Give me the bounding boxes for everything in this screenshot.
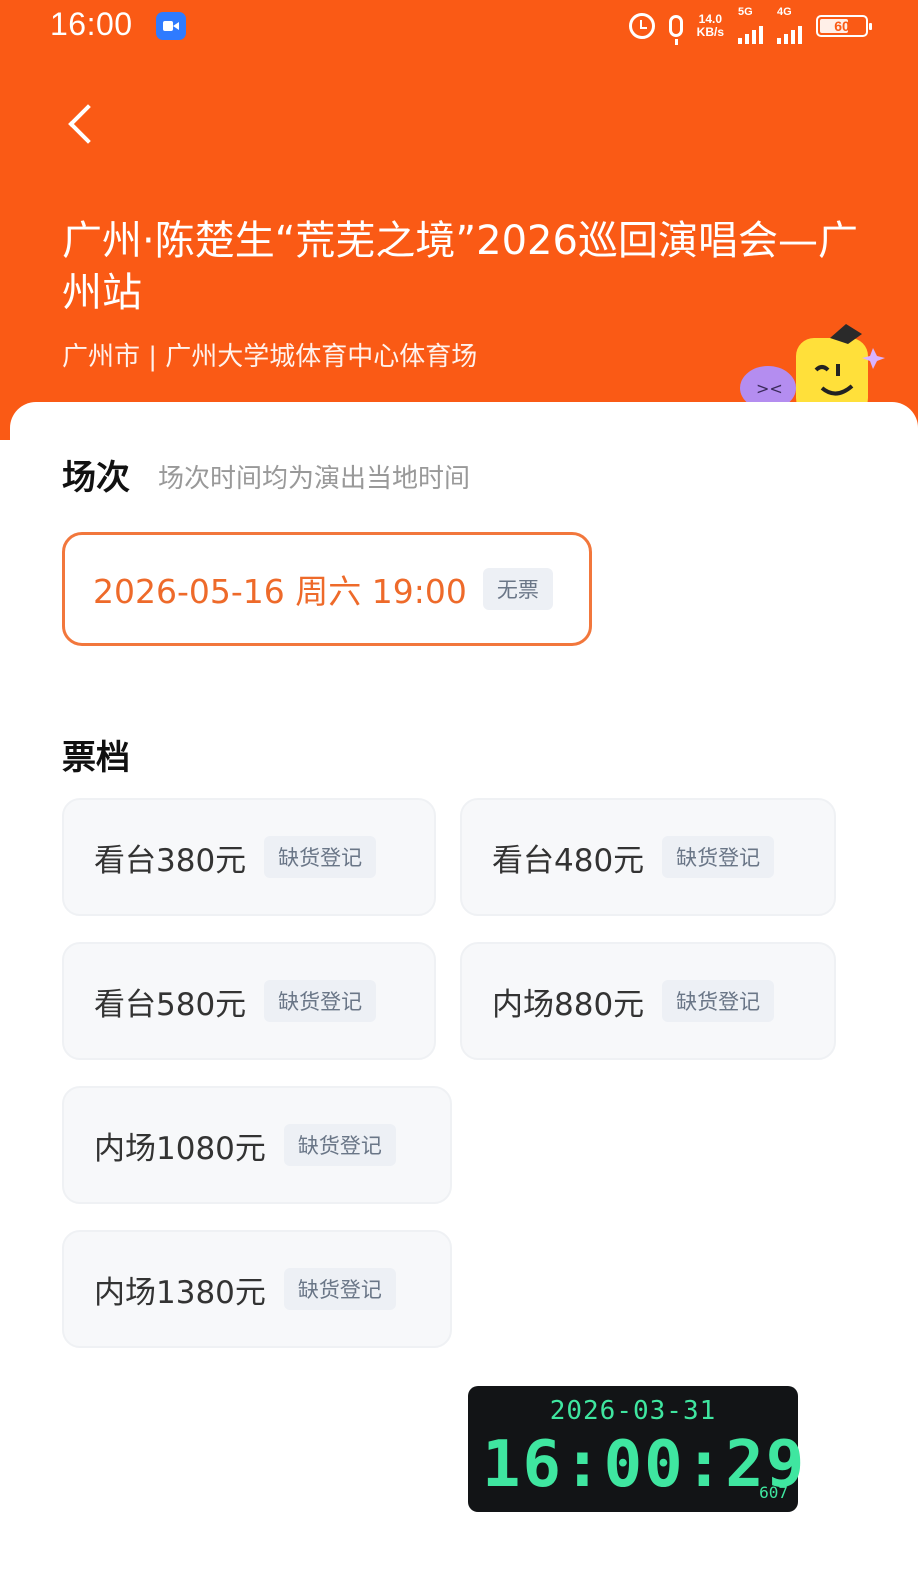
session-option[interactable]: 2026-05-16 周六 19:00 无票 bbox=[62, 532, 592, 646]
status-time: 16:00 bbox=[50, 6, 133, 42]
signal-5g-label: 5G bbox=[738, 6, 753, 18]
tier-option[interactable]: 看台580元 缺货登记 bbox=[62, 942, 436, 1060]
restock-badge: 缺货登记 bbox=[264, 980, 377, 1022]
session-section-hint: 场次时间均为演出当地时间 bbox=[158, 464, 471, 494]
tier-name: 内场1080元 bbox=[94, 1130, 266, 1167]
tier-option[interactable]: 内场1380元 缺货登记 bbox=[62, 1230, 452, 1348]
tier-name: 内场1380元 bbox=[94, 1274, 266, 1311]
battery-level: 60 bbox=[834, 18, 850, 34]
status-badge: 无票 bbox=[482, 568, 553, 610]
tier-name: 看台480元 bbox=[492, 842, 645, 879]
status-bar: 16:00 14.0 KB/s 5G 4G 60 bbox=[0, 0, 918, 50]
tier-section-title: 票档 bbox=[62, 738, 130, 778]
tier-option[interactable]: 内场880元 缺货登记 bbox=[460, 942, 836, 1060]
signal-4g-label: 4G bbox=[777, 6, 792, 18]
signal-5g-icon: 5G bbox=[738, 6, 763, 44]
network-speed: 14.0 KB/s bbox=[697, 13, 724, 39]
battery-icon: 60 bbox=[816, 15, 872, 37]
svg-text:><: >< bbox=[756, 379, 783, 398]
tier-option[interactable]: 看台380元 缺货登记 bbox=[62, 798, 436, 916]
event-header: 16:00 14.0 KB/s 5G 4G 60 广州·陈楚生“荒芜之境”202… bbox=[0, 0, 918, 440]
restock-badge: 缺货登记 bbox=[662, 980, 775, 1022]
restock-badge: 缺货登记 bbox=[264, 836, 377, 878]
restock-badge: 缺货登记 bbox=[283, 1268, 396, 1310]
restock-badge: 缺货登记 bbox=[662, 836, 775, 878]
ticket-panel: 场次 场次时间均为演出当地时间 2026-05-16 周六 19:00 无票 票… bbox=[10, 402, 918, 1588]
tier-option[interactable]: 看台480元 缺货登记 bbox=[460, 798, 836, 916]
event-venue: 广州市 | 广州大学城体育中心体育场 bbox=[62, 342, 478, 372]
tier-name: 内场880元 bbox=[492, 986, 645, 1023]
clock-date: 2026-03-31 bbox=[549, 1396, 717, 1426]
back-button[interactable] bbox=[56, 96, 112, 152]
microphone-icon bbox=[668, 15, 683, 45]
digital-clock: 2026-03-31 16:00:29 607 bbox=[468, 1386, 804, 1512]
mascot-icon: >< bbox=[740, 324, 885, 413]
video-call-icon bbox=[156, 12, 186, 40]
clock-time: 16:00:29 bbox=[482, 1428, 807, 1502]
tier-name: 看台580元 bbox=[94, 986, 247, 1023]
clock-extra: 607 bbox=[759, 1483, 788, 1502]
event-title: 广州·陈楚生“荒芜之境”2026巡回演唱会—广州站 bbox=[62, 218, 858, 316]
network-speed-unit: KB/s bbox=[696, 25, 724, 39]
signal-4g-icon: 4G bbox=[777, 6, 802, 44]
status-icons: 14.0 KB/s 5G 4G 60 bbox=[628, 6, 872, 45]
tier-name: 看台380元 bbox=[94, 842, 247, 879]
tier-option[interactable]: 内场1080元 缺货登记 bbox=[62, 1086, 452, 1204]
session-section-title: 场次 bbox=[62, 458, 130, 498]
session-date-time: 2026-05-16 周六 19:00 bbox=[93, 572, 467, 611]
alarm-icon bbox=[628, 13, 655, 39]
restock-badge: 缺货登记 bbox=[283, 1124, 396, 1166]
